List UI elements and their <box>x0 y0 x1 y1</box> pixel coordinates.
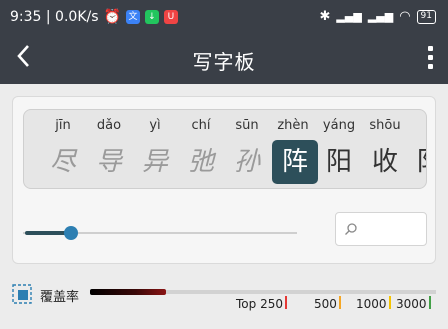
character-cell[interactable]: yáng 阳 <box>316 110 362 188</box>
battery-icon: 91 <box>416 9 436 24</box>
wifi-icon: ◠ <box>399 9 411 24</box>
pinyin-label: jīn <box>55 118 71 133</box>
pinyin-label: shōu <box>369 118 401 133</box>
character-cell[interactable]: sūn 孙 <box>224 110 270 188</box>
search-icon <box>345 223 357 235</box>
hanzi-character: 阳 <box>325 147 352 177</box>
hanzi-character: 异 <box>141 147 168 177</box>
coverage-mark-label: 3000 <box>396 297 427 311</box>
hanzi-character: 阵 <box>272 140 318 184</box>
hanzi-character: 尽 <box>49 147 76 177</box>
coverage-mark-label: 1000 <box>356 297 387 311</box>
alarm-icon: ⏰ <box>103 9 121 25</box>
search-box[interactable] <box>335 212 427 246</box>
coverage-mark: 3000 <box>396 296 431 311</box>
character-cell[interactable]: dǎo 导 <box>86 110 132 188</box>
coverage-mark-label: 500 <box>314 297 337 311</box>
hanzi-character: 弛 <box>187 147 214 177</box>
character-cell[interactable]: yì 异 <box>132 110 178 188</box>
search-input[interactable] <box>360 219 422 241</box>
status-left: 9:35 | 0.0K/s ⏰ 文 ↓ U <box>10 9 178 25</box>
hanzi-character: 收 <box>371 147 398 177</box>
app-header: 写字板 <box>0 34 448 84</box>
coverage-mark-tick <box>284 296 287 309</box>
character-cell[interactable]: chí 弛 <box>178 110 224 188</box>
coverage-icon <box>12 284 32 304</box>
character-cell[interactable]: zhèn 阵 <box>270 110 318 188</box>
character-cell[interactable]: shōu 收 <box>362 110 408 188</box>
status-time-speed: 9:35 | 0.0K/s <box>10 9 99 25</box>
character-cell[interactable]: 阝 <box>406 110 426 188</box>
character-cell[interactable]: jīn 尽 <box>40 110 86 188</box>
coverage-label: 覆盖率 <box>40 290 80 305</box>
coverage-mark: 500 <box>314 296 341 311</box>
coverage-bar <box>90 289 436 295</box>
pinyin-label: dǎo <box>96 118 122 133</box>
pinyin-label: yáng <box>322 118 356 133</box>
page-title: 写字板 <box>192 50 256 74</box>
coverage-mark: Top 250 <box>236 296 287 311</box>
coverage-bar-fill <box>90 289 166 295</box>
size-slider[interactable] <box>23 223 297 243</box>
signal-icon-2: ▂▄▆ <box>367 10 394 23</box>
bluetooth-icon: ✱ <box>319 9 331 24</box>
hanzi-character: 阝 <box>406 140 426 184</box>
hanzi-character: 导 <box>95 147 122 177</box>
coverage-mark-label: Top 250 <box>236 297 283 311</box>
app-notification-icon-1: 文 <box>125 10 140 24</box>
status-right: ✱ ▂▄▆ ▂▄▆ ◠ 91 <box>320 9 436 24</box>
slider-thumb[interactable] <box>64 226 78 240</box>
more-options-icon[interactable] <box>428 46 434 69</box>
app-notification-icon-3: U <box>163 10 178 24</box>
signal-icon-1: ▂▄▆ <box>336 10 362 23</box>
pinyin-label: sūn <box>235 118 259 133</box>
status-bar: 9:35 | 0.0K/s ⏰ 文 ↓ U ✱ ▂▄▆ ▂▄▆ ◠ 91 <box>0 0 448 34</box>
pinyin-label: chí <box>191 118 211 133</box>
coverage-mark-tick <box>388 296 391 309</box>
character-strip[interactable]: jīn 尽 dǎo 导 yì 异 chí 弛 sūn 孙 zhèn 阵 yáng 阳 shōu 收阝 <box>23 109 427 189</box>
coverage-mark-tick <box>428 296 431 309</box>
download-notification-icon: ↓ <box>144 10 159 24</box>
pinyin-label: zhèn <box>277 118 309 133</box>
coverage-mark: 1000 <box>356 296 391 311</box>
hanzi-character: 孙 <box>233 147 260 177</box>
writing-panel: jīn 尽 dǎo 导 yì 异 chí 弛 sūn 孙 zhèn 阵 yáng 阳 shōu 收阝 <box>12 96 436 264</box>
coverage-mark-tick <box>338 296 341 309</box>
coverage-section: 覆盖率 Top 250 500 1000 3000 <box>0 280 448 325</box>
pinyin-label: yì <box>149 118 161 133</box>
